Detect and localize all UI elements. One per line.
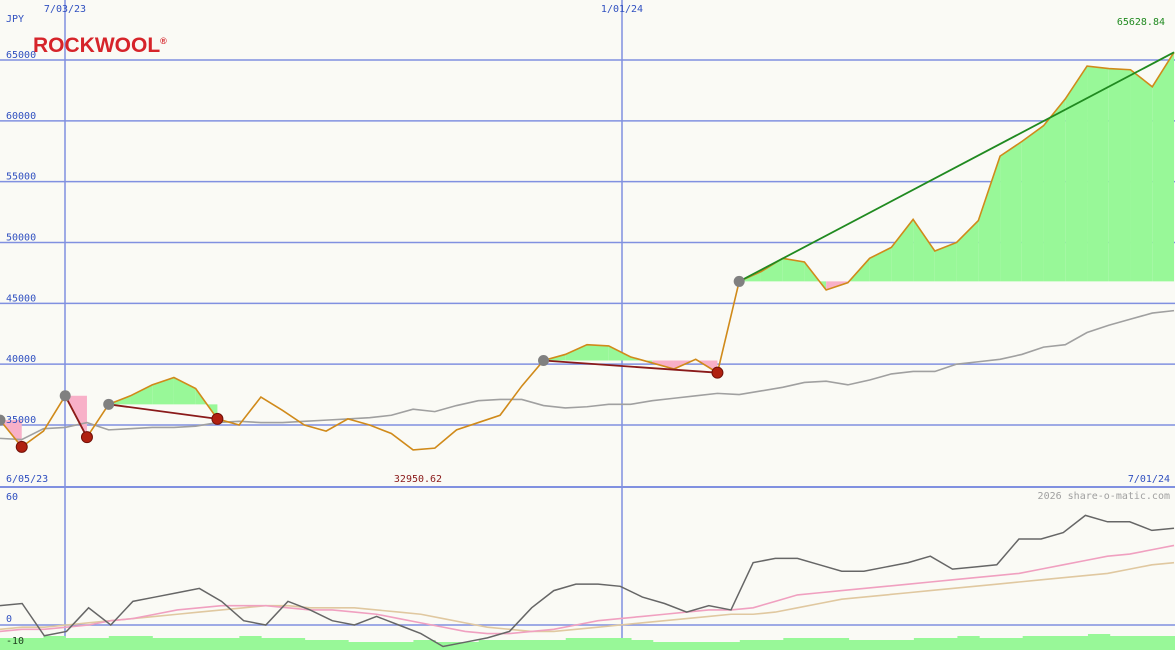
x-top-label-0: 7/03/23 [44, 4, 86, 15]
volume-bar-2 [43, 636, 66, 650]
volume-bar-18 [391, 642, 414, 650]
volume-bar-28 [609, 638, 632, 650]
swing-high-marker-4 [733, 275, 745, 287]
swing-low-marker-0 [15, 440, 28, 453]
volume-bar-35 [761, 640, 784, 650]
swing-fill-3-27 [587, 344, 609, 361]
x-bottom-label-0: 6/05/23 [6, 474, 48, 485]
swing-low-marker-1 [80, 431, 93, 444]
swing-fill-4-50 [1087, 66, 1109, 282]
swing-low-marker-3 [711, 366, 724, 379]
volume-bar-32 [696, 642, 719, 650]
y-tick-label-0: 65000 [6, 50, 36, 61]
swing-high-marker-3 [538, 355, 550, 367]
volume-bar-3 [65, 638, 88, 650]
volume-bar-15 [326, 640, 349, 650]
swing-fill-4-52 [1130, 69, 1153, 282]
volume-bar-6 [130, 636, 153, 650]
volume-bar-49 [1066, 636, 1089, 650]
logo-text: ROCKWOOL [33, 34, 160, 57]
volume-bar-42 [913, 638, 937, 650]
volume-bar-44 [957, 636, 980, 650]
logo: ROCKWOOL® [33, 34, 167, 57]
volume-bar-26 [565, 638, 588, 650]
currency-label: JPY [6, 14, 24, 25]
volume-bar-8 [174, 638, 197, 650]
chart-background [0, 0, 1175, 650]
volume-bar-5 [108, 636, 132, 650]
volume-bar-13 [282, 638, 306, 650]
watermark: 2026 share-o-matic.com [1038, 491, 1170, 502]
swing-fill-4-51 [1108, 68, 1131, 282]
volume-bar-34 [739, 640, 763, 650]
volume-bar-48 [1044, 636, 1067, 650]
volume-bar-25 [543, 640, 567, 650]
volume-bar-9 [195, 638, 219, 650]
volume-bar-41 [892, 640, 915, 650]
stock-chart: 65000 60000 55000 50000 45000 40000 35000 60 0 -1… [0, 0, 1175, 650]
volume-bar-12 [261, 638, 284, 650]
volume-bar-23 [500, 640, 523, 650]
volume-bar-31 [674, 642, 697, 650]
volume-bar-22 [478, 640, 501, 650]
y-tick-label-3: 50000 [6, 233, 36, 244]
x-top-label-1: 1/01/24 [601, 4, 643, 15]
volume-bar-11 [239, 636, 262, 650]
x-bottom-label-1: 7/01/24 [1128, 474, 1170, 485]
volume-bar-16 [348, 642, 371, 650]
volume-bar-47 [1022, 636, 1045, 650]
volume-bar-38 [826, 638, 850, 650]
volume-bar-10 [217, 638, 240, 650]
swing-high-marker-2 [103, 398, 115, 410]
volume-bar-33 [718, 642, 741, 650]
y-tick-label-1: 60000 [6, 111, 36, 122]
swing-fill-4-53 [1152, 52, 1174, 282]
min-value-label: 32950.62 [394, 474, 442, 485]
y-tick-label-4: 45000 [6, 293, 36, 304]
volume-bar-17 [369, 642, 393, 650]
swing-fill-4-47 [1021, 125, 1044, 282]
volume-bar-19 [413, 640, 436, 650]
volume-bar-1 [21, 638, 45, 650]
osc-tick-label-0: 60 [6, 492, 18, 503]
volume-bar-37 [805, 638, 828, 650]
volume-bar-7 [152, 638, 175, 650]
volume-bar-53 [1153, 636, 1175, 650]
osc-tick-label-1: 0 [6, 614, 12, 625]
volume-bar-51 [1109, 636, 1132, 650]
volume-bar-45 [979, 638, 1002, 650]
swing-low-marker-2 [211, 412, 224, 425]
volume-bar-27 [587, 638, 610, 650]
swing-fill-4-46 [1000, 141, 1022, 282]
volume-bar-52 [1131, 636, 1154, 650]
swing-high-marker-1 [59, 390, 71, 402]
volume-bar-40 [870, 640, 893, 650]
volume-bar-4 [87, 638, 110, 650]
volume-bar-43 [935, 638, 958, 650]
volume-bar-29 [631, 640, 654, 650]
logo-mark: ® [160, 36, 167, 46]
volume-bar-14 [304, 640, 327, 650]
y-tick-label-5: 40000 [6, 354, 36, 365]
y-tick-label-6: 35000 [6, 415, 36, 426]
volume-bar-46 [1000, 638, 1024, 650]
osc-tick-label-2: -10 [6, 636, 24, 647]
volume-bar-30 [652, 642, 676, 650]
swing-fill-4-48 [1043, 98, 1066, 282]
y-tick-label-2: 55000 [6, 172, 36, 183]
swing-fill-4-49 [1065, 66, 1088, 282]
volume-bar-50 [1087, 634, 1111, 650]
volume-bar-36 [783, 638, 806, 650]
volume-bar-39 [848, 640, 871, 650]
max-value-label: 65628.84 [1117, 17, 1165, 28]
volume-bar-24 [522, 640, 545, 650]
